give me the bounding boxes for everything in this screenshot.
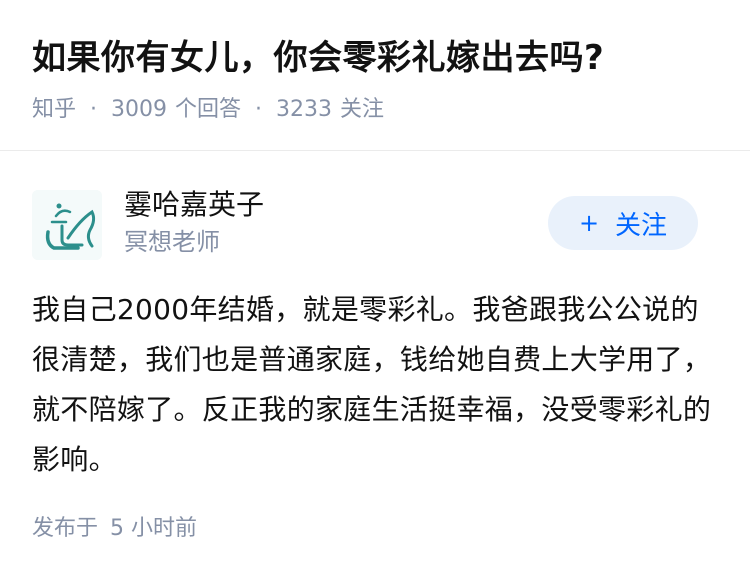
answer-footer: 发布于 5 小时前 [32,513,197,545]
plus-icon: + [578,209,600,237]
question-meta: 知乎 · 3009 个回答 · 3233 关注 [32,94,384,126]
publish-time: 5 小时前 [110,516,198,541]
meta-separator: · [90,97,98,122]
answer-count: 3009 [111,97,168,122]
author-name[interactable]: 霎哈嘉英子 [124,185,264,225]
author-avatar[interactable] [32,190,102,260]
publish-label: 发布于 [32,516,99,541]
answer-content[interactable]: 我自己2000年结婚，就是零彩礼。我爸跟我公公说的很清楚，我们也是普通家庭，钱给… [32,285,722,485]
source-label[interactable]: 知乎 [32,97,76,122]
question-title[interactable]: 如果你有女儿，你会零彩礼嫁出去吗? [32,34,604,82]
answer-card: 霎哈嘉英子 冥想老师 + 关注 我自己2000年结婚，就是零彩礼。我爸跟我公公说… [0,151,750,582]
follower-count-label: 关注 [340,97,385,122]
question-header: 如果你有女儿，你会零彩礼嫁出去吗? 知乎 · 3009 个回答 · 3233 关注 [0,0,750,150]
zhihu-question-page: 如果你有女儿，你会零彩礼嫁出去吗? 知乎 · 3009 个回答 · 3233 关注 霎哈嘉英… [0,0,750,582]
follow-button[interactable]: + 关注 [548,196,698,250]
follower-count: 3233 [276,97,333,122]
meta-separator: · [255,97,263,122]
author-bio: 冥想老师 [124,228,220,256]
follow-button-label: 关注 [615,210,668,241]
answer-count-label: 个回答 [175,97,242,122]
abstract-chair-logo-icon [32,190,102,260]
